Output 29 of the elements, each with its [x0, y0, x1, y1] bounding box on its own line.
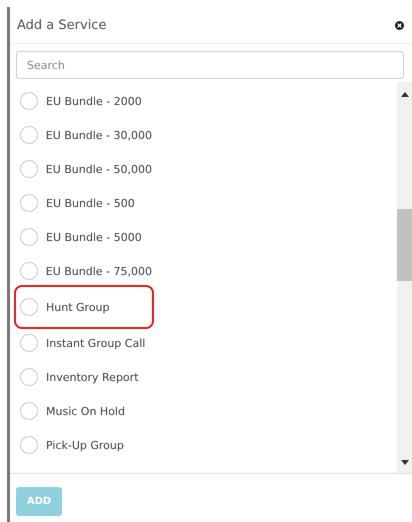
radio-button[interactable]	[20, 436, 38, 454]
radio-button[interactable]	[20, 262, 38, 280]
radio-button[interactable]	[20, 334, 38, 352]
radio-button[interactable]	[20, 194, 38, 212]
service-option[interactable]: EU Bundle - 50,000	[14, 152, 154, 186]
search-field[interactable]: Search	[16, 51, 404, 79]
service-option[interactable]: Inventory Report	[14, 360, 154, 394]
scroll-down-icon[interactable]	[400, 460, 408, 465]
radio-button[interactable]	[20, 402, 38, 420]
scroll-up-icon[interactable]	[400, 92, 408, 97]
radio-button[interactable]	[20, 160, 38, 178]
radio-button[interactable]	[20, 126, 38, 144]
service-option[interactable]: EU Bundle - 500	[14, 186, 154, 220]
service-option[interactable]: EU Bundle - 75,000	[14, 254, 154, 288]
radio-button[interactable]	[20, 92, 38, 110]
service-option[interactable]: Pick-Up Group	[14, 428, 154, 462]
radio-button[interactable]	[20, 368, 38, 386]
service-option[interactable]: EU Bundle - 5000	[14, 220, 154, 254]
service-option[interactable]: EU Bundle - 30,000	[14, 118, 154, 152]
highlighted-service-option[interactable]: Hunt Group	[14, 285, 154, 329]
radio-button[interactable]	[20, 228, 38, 246]
service-option[interactable]: EU Bundle - 2000	[14, 84, 154, 118]
service-option[interactable]: Music On Hold	[14, 394, 154, 428]
dialog-title: Add a Service	[17, 18, 106, 32]
scrollbar-thumb[interactable]	[397, 209, 412, 281]
service-option[interactable]: Instant Group Call	[14, 326, 154, 360]
close-icon[interactable]	[395, 20, 404, 30]
radio-button[interactable]	[20, 298, 38, 316]
scrollbar[interactable]	[397, 82, 412, 473]
